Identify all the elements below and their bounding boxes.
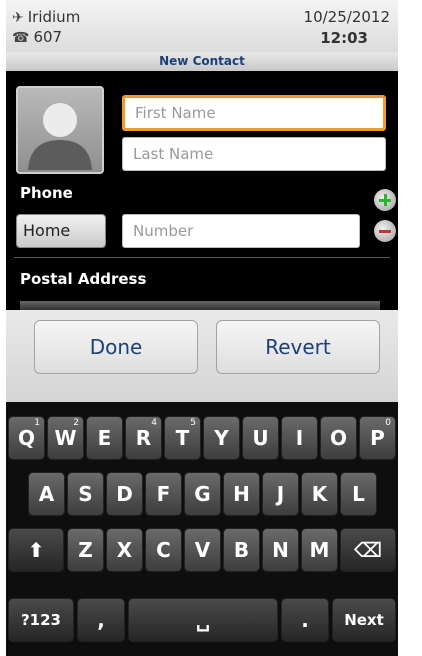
key-k[interactable]: K — [301, 472, 338, 516]
phone-number-field[interactable]: Number — [122, 214, 360, 248]
postal-fields-preview[interactable] — [20, 301, 380, 310]
postal-section-label: Postal Address — [20, 270, 147, 288]
key-s[interactable]: S — [67, 472, 104, 516]
key-u[interactable]: U — [242, 416, 279, 460]
first-name-field[interactable]: First Name — [122, 95, 386, 131]
action-bar: Done Revert — [6, 310, 398, 402]
key-e[interactable]: E — [86, 416, 123, 460]
contact-form: First Name Last Name Phone Home Number P… — [6, 73, 398, 310]
status-date: 10/25/2012 — [303, 8, 390, 26]
key-n[interactable]: N — [262, 528, 299, 572]
carrier-name: Iridium — [27, 8, 81, 26]
phone-icon: ☎ — [12, 30, 30, 46]
key-p[interactable]: 0P — [359, 416, 396, 460]
number-row: ☎ 607 — [12, 28, 62, 46]
last-name-field[interactable]: Last Name — [122, 137, 386, 171]
key-i[interactable]: I — [281, 416, 318, 460]
key-x[interactable]: X — [106, 528, 143, 572]
backspace-icon: ⌫ — [353, 538, 383, 562]
phone-screen: ✈ Iridium ☎ 607 10/25/2012 12:03 New Conta… — [6, 0, 398, 656]
key-j[interactable]: J — [262, 472, 299, 516]
key-y[interactable]: Y — [203, 416, 240, 460]
page-title: New Contact — [6, 52, 398, 71]
key-r[interactable]: 4R — [125, 416, 162, 460]
space-icon: ␣ — [195, 608, 211, 632]
status-bar: ✈ Iridium ☎ 607 10/25/2012 12:03 — [6, 0, 398, 52]
done-button[interactable]: Done — [34, 320, 198, 374]
key-t[interactable]: 5T — [164, 416, 201, 460]
phone-number: 607 — [33, 28, 63, 46]
key-d[interactable]: D — [106, 472, 143, 516]
remove-icon — [379, 230, 391, 233]
carrier-row: ✈ Iridium — [12, 8, 80, 26]
comma-key[interactable]: , — [77, 598, 125, 642]
phone-section-label: Phone — [20, 184, 73, 202]
avatar-icon — [28, 103, 92, 170]
period-key[interactable]: . — [281, 598, 329, 642]
revert-button[interactable]: Revert — [216, 320, 380, 374]
key-b[interactable]: B — [223, 528, 260, 572]
next-key[interactable]: Next — [332, 598, 396, 642]
status-time: 12:03 — [320, 29, 368, 47]
backspace-key[interactable]: ⌫ — [340, 528, 396, 572]
key-a[interactable]: A — [28, 472, 65, 516]
shift-key[interactable]: ⬆ — [8, 528, 64, 572]
key-w[interactable]: 2W — [47, 416, 84, 460]
phone-type-selector[interactable]: Home — [16, 214, 106, 248]
key-m[interactable]: M — [301, 528, 338, 572]
add-phone-button[interactable] — [374, 189, 396, 211]
shift-icon: ⬆ — [27, 538, 45, 562]
symbols-key[interactable]: ?123 — [8, 598, 74, 642]
key-l[interactable]: L — [340, 472, 377, 516]
key-c[interactable]: C — [145, 528, 182, 572]
key-h[interactable]: H — [223, 472, 260, 516]
signal-icon: ✈ — [12, 10, 24, 26]
contact-photo-button[interactable] — [16, 86, 104, 174]
key-v[interactable]: V — [184, 528, 221, 572]
key-g[interactable]: G — [184, 472, 221, 516]
section-divider — [14, 257, 390, 258]
remove-phone-button[interactable] — [374, 220, 396, 242]
keyboard: 1Q 2W E 4R 5T Y U I O 0P A S D F G H J K… — [6, 402, 398, 656]
space-key[interactable]: ␣ — [128, 598, 278, 642]
key-f[interactable]: F — [145, 472, 182, 516]
key-z[interactable]: Z — [67, 528, 104, 572]
key-q[interactable]: 1Q — [8, 416, 45, 460]
key-o[interactable]: O — [320, 416, 357, 460]
